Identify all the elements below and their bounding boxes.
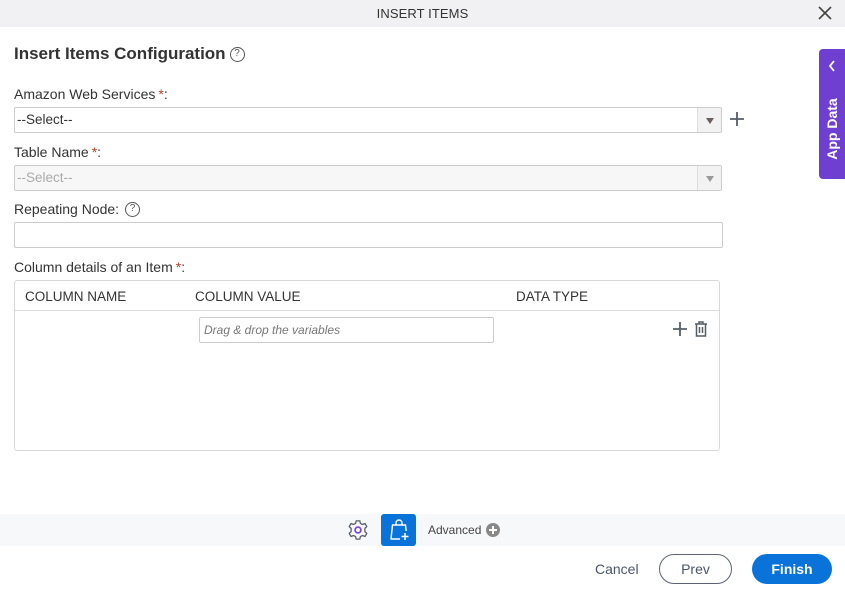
dialog-title-bar: INSERT ITEMS (0, 0, 845, 27)
finish-button[interactable]: Finish (752, 554, 832, 584)
column-details-label: Column details of an Item * : (14, 259, 185, 275)
trash-icon[interactable] (693, 320, 709, 338)
label-colon: : (163, 86, 168, 102)
add-row-icon[interactable] (672, 321, 688, 337)
column-value-placeholder: Drag & drop the variables (204, 323, 341, 337)
table-header: COLUMN NAME COLUMN VALUE DATA TYPE (15, 281, 719, 311)
column-header-value: COLUMN VALUE (195, 289, 301, 304)
advanced-toggle[interactable]: Advanced (428, 523, 501, 537)
repeating-node-label: Repeating Node: ? (14, 201, 141, 217)
repeating-node-input[interactable] (14, 222, 723, 248)
table-name-label-text: Table Name (14, 144, 89, 160)
shopping-bag-plus-icon (390, 519, 409, 540)
page-title-text: Insert Items Configuration (14, 44, 226, 63)
aws-select-value: --Select-- (17, 112, 73, 127)
advanced-label: Advanced (428, 523, 482, 537)
chevron-left-icon (828, 60, 835, 72)
aws-label: Amazon Web Services * : (14, 86, 168, 102)
column-details-label-text: Column details of an Item (14, 259, 173, 275)
app-data-label: App Data (824, 98, 840, 160)
add-to-bag-button[interactable] (381, 514, 416, 546)
column-header-name: COLUMN NAME (25, 289, 127, 304)
close-icon[interactable] (816, 4, 834, 22)
table-name-select[interactable]: --Select-- (14, 165, 722, 191)
gear-icon[interactable] (347, 519, 369, 541)
plus-circle-icon (486, 523, 501, 537)
column-value-input[interactable]: Drag & drop the variables (199, 317, 494, 343)
add-aws-connection-icon[interactable] (728, 110, 746, 128)
aws-select[interactable]: --Select-- (14, 107, 722, 133)
dialog-title: INSERT ITEMS (376, 6, 469, 21)
page-title: Insert Items Configuration ? (14, 44, 245, 64)
column-details-table: COLUMN NAME COLUMN VALUE DATA TYPE Drag … (14, 280, 720, 451)
help-icon[interactable]: ? (125, 201, 141, 217)
label-colon: : (181, 259, 186, 275)
column-header-data-type: DATA TYPE (516, 289, 589, 304)
label-colon: : (97, 144, 102, 160)
help-icon[interactable]: ? (229, 46, 245, 62)
chevron-down-icon[interactable] (697, 108, 721, 132)
app-data-panel-toggle[interactable]: App Data (819, 49, 845, 179)
table-name-select-value: --Select-- (17, 170, 73, 185)
bottom-toolbar (0, 514, 845, 546)
table-name-label: Table Name * : (14, 144, 101, 160)
prev-button[interactable]: Prev (659, 554, 732, 584)
cancel-button[interactable]: Cancel (595, 561, 639, 577)
chevron-down-icon[interactable] (697, 166, 721, 190)
repeating-node-label-text: Repeating Node: (14, 201, 120, 217)
aws-label-text: Amazon Web Services (14, 86, 156, 102)
